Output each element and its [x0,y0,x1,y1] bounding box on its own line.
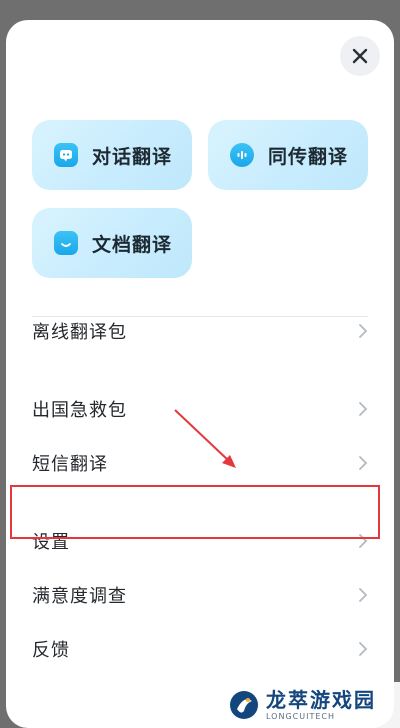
simultaneous-translate-label: 同传翻译 [268,145,349,168]
chat-translate-label: 对话翻译 [92,145,173,168]
settings-highlight-box [10,485,380,539]
close-icon [352,48,368,64]
close-button[interactable] [340,36,380,76]
chat-translate-card[interactable]: 对话翻译 [32,120,192,190]
chevron-right-icon [359,588,368,602]
chevron-right-icon [359,324,368,338]
document-translate-label: 文档翻译 [92,233,173,256]
chat-translate-icon [54,143,78,167]
chevron-right-icon [359,456,368,470]
document-translate-card[interactable]: 文档翻译 [32,208,192,278]
simultaneous-translate-icon [230,143,254,167]
menu-item-label: 反馈 [32,640,70,661]
chevron-right-icon [359,642,368,656]
menu-item-feedback[interactable]: 反馈 [6,627,394,671]
watermark-subtitle: LONGCUITECH [266,711,335,721]
menu-sheet: 对话翻译 同传翻译 文档翻译 离线翻译包 出国急救包 短信翻译 设置 满意度调查… [6,20,394,728]
menu-item-label: 短信翻译 [32,454,108,475]
menu-item-sms-translate[interactable]: 短信翻译 [6,441,394,485]
menu-item-label: 满意度调查 [32,586,127,607]
menu-item-emergency-kit[interactable]: 出国急救包 [6,387,394,431]
menu-item-label: 出国急救包 [32,400,127,421]
watermark: 龙萃游戏园 LONGCUITECH [226,682,400,728]
simultaneous-translate-card[interactable]: 同传翻译 [208,120,368,190]
document-translate-icon [54,231,78,255]
menu-item-label: 离线翻译包 [32,322,127,343]
menu-item-satisfaction-survey[interactable]: 满意度调查 [6,573,394,617]
watermark-name: 龙萃游戏园 [266,687,376,712]
chevron-right-icon [359,402,368,416]
menu-item-offline-pack[interactable]: 离线翻译包 [6,309,394,353]
watermark-logo-icon [230,691,258,719]
